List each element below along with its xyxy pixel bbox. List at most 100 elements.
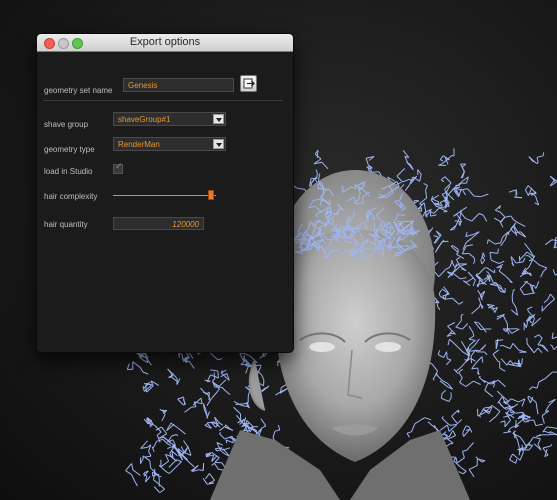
hair-strand — [453, 368, 457, 372]
hair-strand — [538, 378, 546, 383]
hair-strand — [500, 404, 507, 410]
hair-strand — [495, 209, 501, 213]
hair-strand — [455, 320, 462, 328]
hair-strand — [446, 424, 450, 432]
hair-strand — [510, 403, 519, 410]
hair-strand — [439, 155, 444, 160]
hair-strand — [437, 239, 445, 248]
hair-strand — [261, 385, 270, 392]
hair-strand — [419, 174, 422, 182]
export-button[interactable] — [240, 75, 257, 92]
hair-strand — [524, 189, 529, 196]
hair-strand — [440, 393, 443, 399]
hair-complexity-slider-handle[interactable] — [208, 190, 214, 200]
hair-strand — [539, 343, 549, 352]
hair-strand — [259, 356, 262, 359]
hair-strand — [551, 332, 554, 339]
hair-strand — [533, 436, 541, 440]
hair-strand — [521, 448, 523, 451]
hair-strand — [419, 197, 428, 204]
hair-strand — [543, 267, 548, 272]
hair-strand — [468, 469, 475, 478]
hair-strand — [502, 315, 508, 324]
hair-strand — [149, 460, 152, 468]
hair-strand — [521, 358, 523, 365]
hair-strand — [142, 385, 145, 392]
hair-strand — [374, 238, 377, 245]
hair-strand — [453, 457, 456, 461]
hair-strand — [524, 185, 529, 191]
hair-strand — [132, 361, 141, 368]
hair-strand — [453, 273, 461, 280]
hair-strand — [300, 224, 304, 227]
hair-strand — [519, 288, 525, 296]
hair-strand — [274, 429, 280, 432]
hair-strand — [260, 418, 267, 427]
hair-strand — [550, 443, 553, 447]
hair-strand — [510, 398, 519, 403]
hair-strand — [537, 347, 543, 354]
hair-strand — [446, 351, 448, 359]
hair-strand — [496, 338, 499, 346]
hair-strand — [239, 353, 245, 362]
hair-strand — [261, 425, 267, 429]
hair-strand — [406, 431, 412, 434]
hair-strand — [177, 396, 184, 400]
hair-strand — [515, 459, 518, 464]
hair-strand — [552, 269, 556, 276]
hair-strand — [552, 427, 557, 429]
hair-strand — [459, 265, 467, 272]
hair-strand — [188, 360, 195, 369]
chevron-down-icon[interactable] — [213, 139, 224, 149]
hair-strand — [459, 377, 463, 383]
hair-strand — [536, 157, 539, 163]
hair-strand — [304, 248, 312, 250]
hair-strand — [156, 431, 162, 436]
hair-strand — [438, 269, 446, 278]
hair-strand — [467, 271, 474, 279]
hair-strand — [380, 222, 382, 226]
hair-strand — [131, 474, 136, 482]
hair-strand — [516, 261, 524, 264]
hair-strand — [406, 432, 410, 438]
hair-strand — [165, 471, 170, 474]
load-in-studio-checkbox[interactable] — [113, 162, 123, 174]
hair-strand — [318, 173, 320, 182]
hair-strand — [500, 236, 504, 244]
hair-strand — [509, 453, 514, 460]
hair-strand — [421, 417, 426, 420]
hair-strand — [460, 313, 464, 316]
hair-strand — [205, 473, 210, 480]
hair-strand — [470, 350, 476, 357]
hair-strand — [394, 200, 400, 202]
hair-strand — [508, 189, 516, 193]
hair-strand — [447, 240, 449, 243]
hair-strand — [172, 373, 178, 380]
hair-strand — [455, 345, 463, 353]
hair-strand — [447, 322, 456, 327]
title-bar[interactable]: Export options — [37, 34, 293, 52]
hair-strand — [139, 367, 144, 373]
hair-strand — [477, 458, 486, 462]
hair-strand — [153, 473, 156, 480]
hair-strand — [476, 282, 484, 286]
hair-strand — [491, 404, 501, 412]
hair-strand — [217, 358, 223, 361]
hair-strand — [519, 452, 524, 461]
hair-strand — [509, 459, 517, 464]
hair-strand — [423, 212, 425, 217]
hair-strand — [466, 442, 474, 451]
hair-quantity-input[interactable]: 120000 — [113, 217, 204, 230]
geometry-set-name-input[interactable]: Genesis — [123, 78, 234, 92]
hair-strand — [547, 433, 555, 436]
hair-strand — [536, 381, 540, 389]
geometry-type-select[interactable]: RenderMan — [113, 137, 226, 151]
chevron-down-icon[interactable] — [213, 114, 224, 124]
hair-strand — [551, 239, 557, 242]
hair-strand — [465, 237, 473, 244]
hair-complexity-label: hair complexity — [44, 192, 98, 201]
hair-complexity-slider-track[interactable] — [113, 195, 216, 196]
hair-strand — [477, 290, 482, 297]
hair-strand — [168, 459, 177, 468]
shave-group-select[interactable]: shaveGroup#1 — [113, 112, 226, 126]
